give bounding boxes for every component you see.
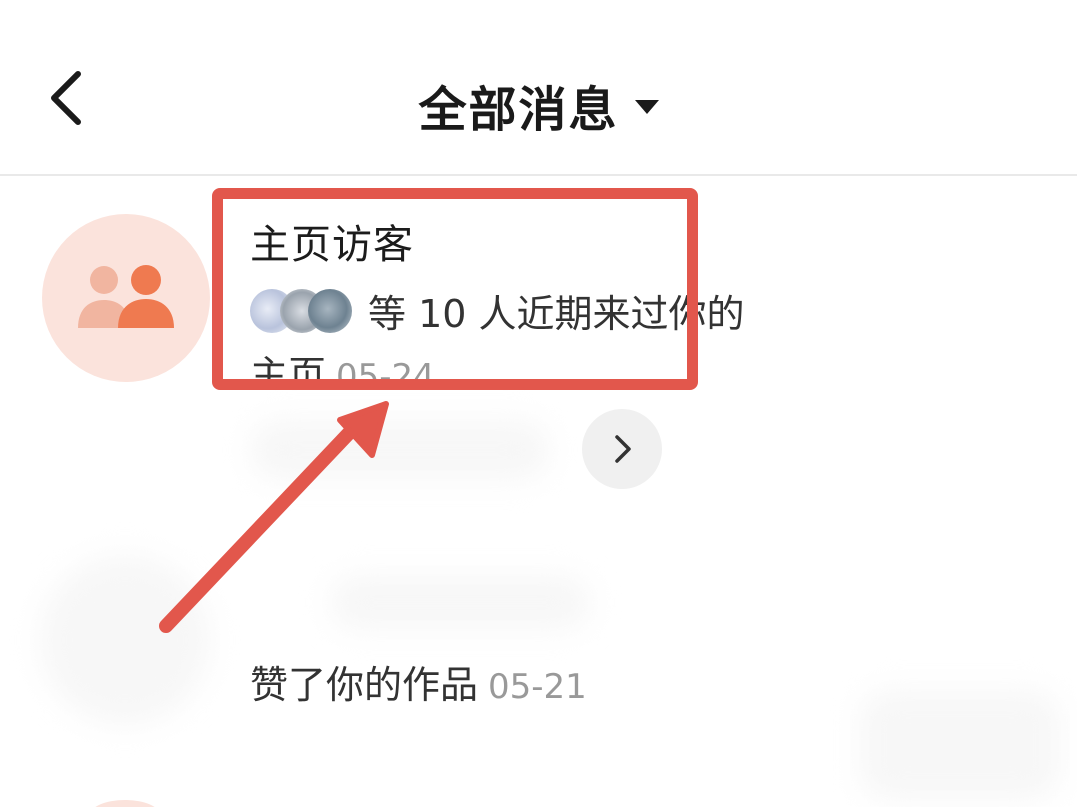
like-date: 05-21 bbox=[488, 667, 587, 707]
top-nav-bar: 全部消息 bbox=[0, 0, 1077, 176]
like-text: 赞了你的作品 bbox=[250, 663, 479, 707]
expand-button[interactable] bbox=[582, 409, 662, 489]
blurred-avatar bbox=[40, 555, 210, 725]
highlight-box bbox=[212, 188, 698, 390]
message-filter-dropdown[interactable]: 全部消息 bbox=[418, 70, 659, 140]
next-item-avatar[interactable] bbox=[90, 800, 160, 807]
like-notification: 赞了你的作品 05-21 bbox=[250, 654, 587, 709]
blurred-content bbox=[330, 575, 590, 630]
blurred-content bbox=[250, 420, 550, 480]
users-icon bbox=[78, 265, 174, 328]
chevron-right-icon bbox=[615, 435, 631, 463]
page-title: 全部消息 bbox=[418, 82, 619, 138]
messages-page: 全部消息 主页访客 等 10 人近期来过你的 主页 05-24 赞了你的作品 0… bbox=[0, 0, 1077, 807]
caret-down-icon bbox=[634, 100, 659, 114]
visitors-avatar[interactable] bbox=[42, 214, 210, 382]
blurred-thumbnail bbox=[860, 690, 1060, 800]
